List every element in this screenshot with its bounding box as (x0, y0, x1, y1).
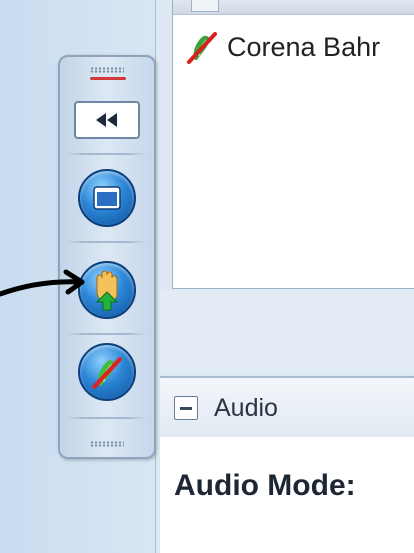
audio-section-title: Audio (214, 393, 278, 422)
column-header-icon-slot[interactable] (191, 0, 219, 12)
list-header (173, 0, 414, 15)
toolbar-divider (66, 417, 146, 419)
toolbar-divider (66, 153, 146, 155)
participant-name: Corena Bahr (227, 31, 381, 62)
toolbar-divider (66, 241, 146, 243)
mute-microphone-icon (92, 357, 122, 389)
audio-mode-label: Audio Mode: (174, 469, 356, 502)
collapse-toolbar-button[interactable] (74, 101, 140, 139)
participants-list: Corena Bahr (172, 0, 414, 289)
red-indicator (90, 77, 126, 80)
floating-toolbar (58, 55, 156, 459)
minus-icon (180, 406, 192, 410)
mute-microphone-button[interactable] (78, 343, 136, 401)
pointer-arrow-icon (0, 269, 85, 297)
audio-section-body: Audio Mode: (160, 437, 414, 553)
audio-section-header[interactable]: Audio (160, 376, 414, 439)
double-left-arrow-icon (96, 113, 117, 127)
window-button[interactable] (78, 169, 136, 227)
window-icon (93, 186, 121, 210)
panel-spacer (160, 290, 414, 370)
participant-row[interactable]: Corena Bahr (173, 26, 414, 68)
drag-handle-bottom[interactable] (90, 441, 124, 447)
muted-microphone-icon (187, 32, 217, 64)
drag-handle-top[interactable] (90, 67, 124, 73)
toolbar-divider (66, 333, 146, 335)
collapse-section-button[interactable] (174, 396, 198, 420)
